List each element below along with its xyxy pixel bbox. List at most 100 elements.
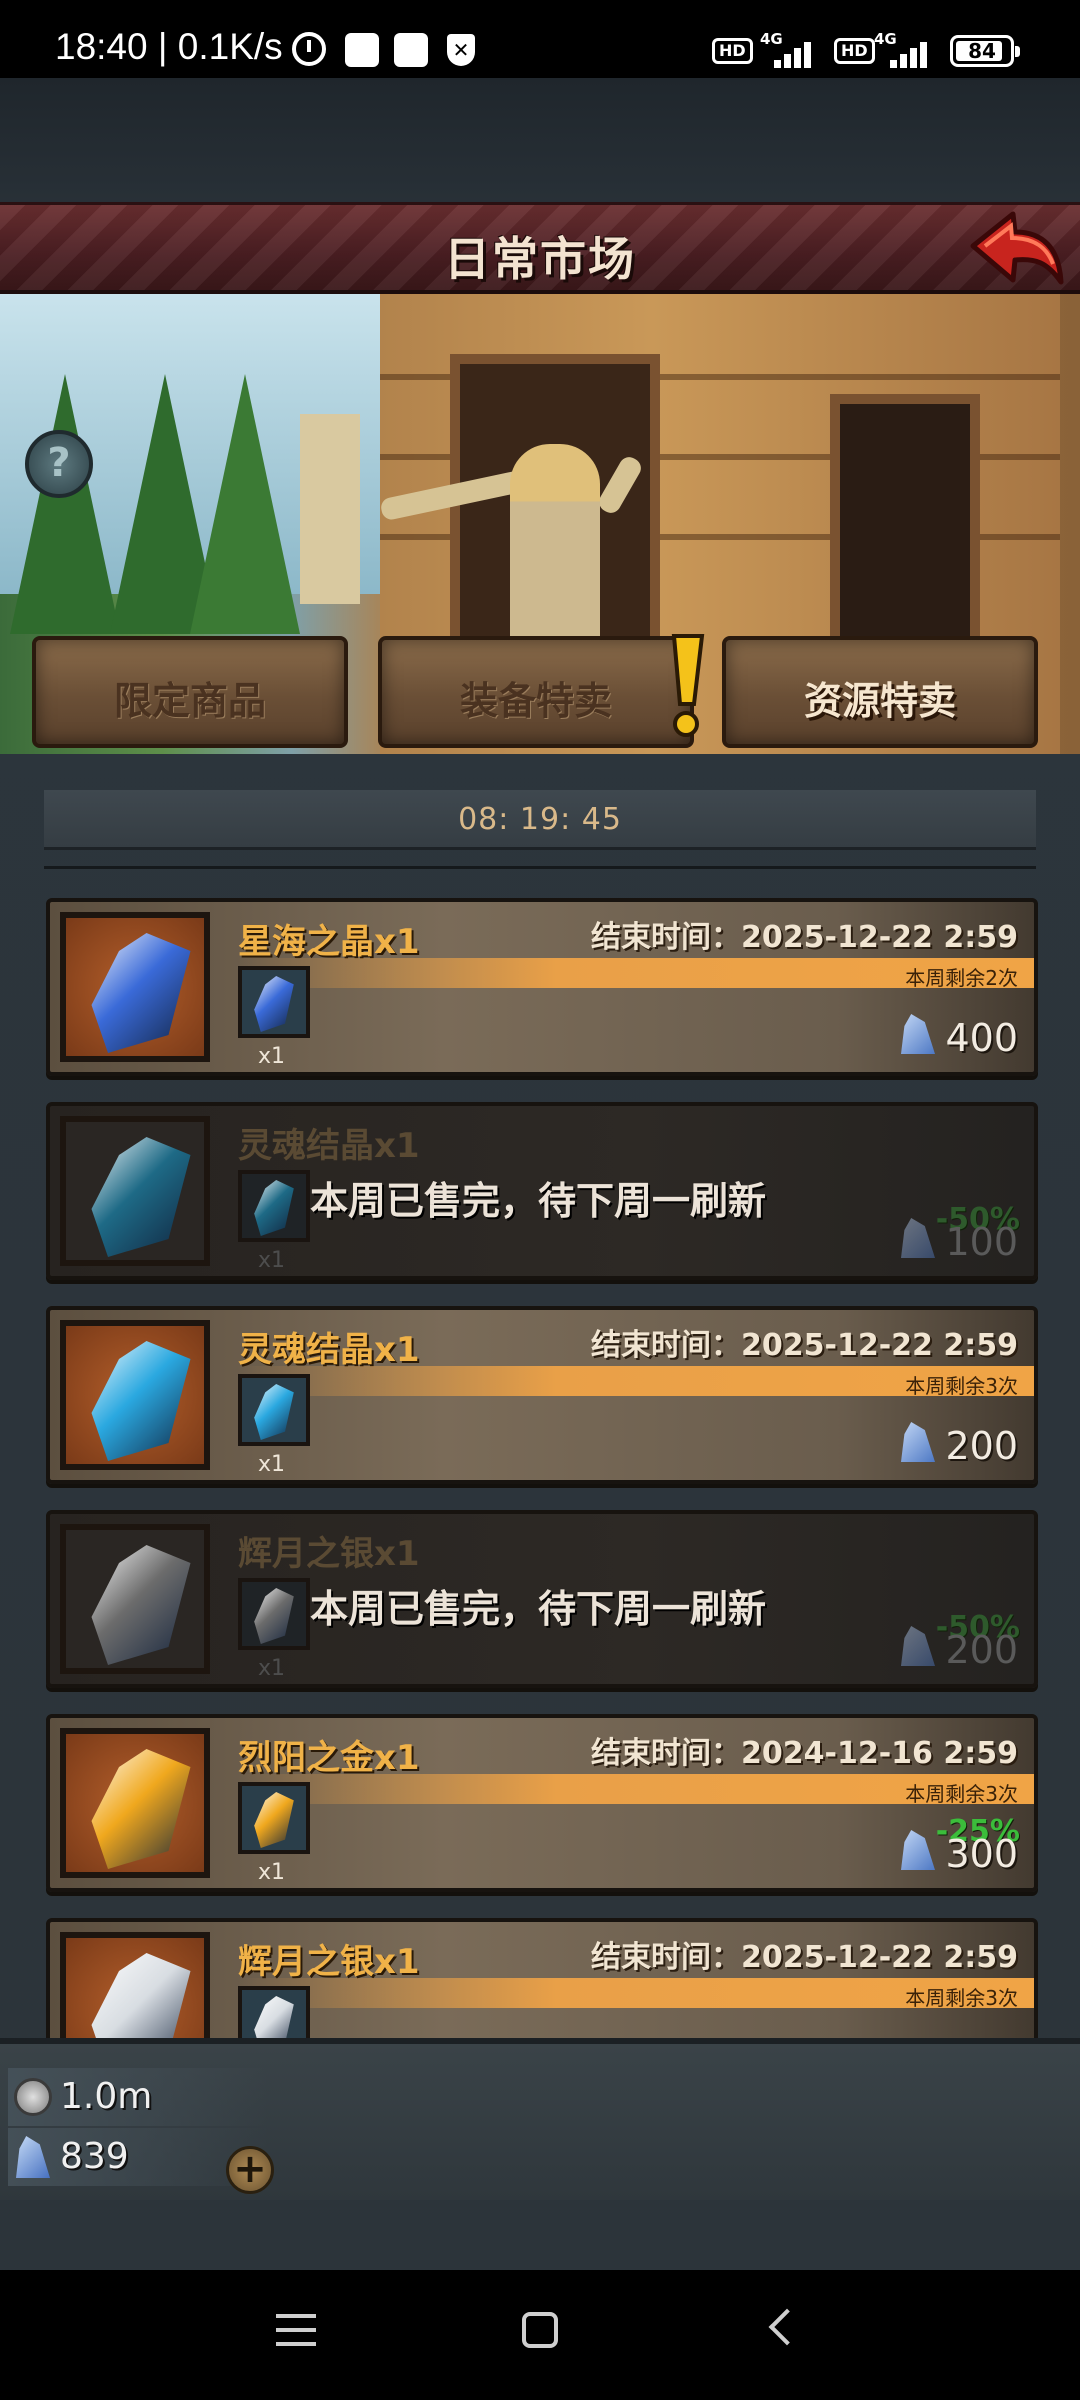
countdown-text: 08: 19: 45 (458, 802, 622, 837)
help-icon[interactable]: ? (25, 430, 93, 498)
item-quota-bar: 本周剩余3次 (238, 1978, 1034, 2010)
home-icon[interactable] (522, 2312, 558, 2348)
item-icon (60, 1932, 210, 2038)
market-item-row[interactable]: 烈阳之金x1 结束时间：2024-12-16 2:59 本周剩余3次 x1 -25% 30… (46, 1714, 1038, 1892)
tab-equipment-sale[interactable]: 装备特卖 (378, 636, 694, 748)
crystal-icon (91, 1953, 191, 2038)
item-reward-slot (238, 1986, 310, 2038)
item-reward-slot (238, 966, 310, 1038)
crystal-price-icon (901, 1830, 935, 1870)
status-bar: 18:40 | 0.1K/s ✕ HD 4G HD 4G 84 (0, 0, 1080, 78)
status-time: 18:40 | 0.1K/s (55, 26, 283, 67)
item-name: 辉月之银x1 (238, 1942, 420, 1982)
item-name: 灵魂结晶x1 (238, 1330, 420, 1370)
back-icon[interactable] (768, 2308, 806, 2346)
crystal-price-icon (901, 1014, 935, 1054)
notification-icon (394, 33, 428, 67)
crystal-icon (91, 1749, 191, 1869)
item-end-time: 结束时间：2025-12-22 2:59 (591, 1940, 1018, 1975)
sold-out-label: 本周已售完，待下周一刷新 (310, 1587, 767, 1631)
tab-label: 装备特卖 (459, 679, 612, 723)
item-end-time: 结束时间：2025-12-22 2:59 (591, 1328, 1018, 1363)
add-gems-button[interactable]: + (226, 2146, 274, 2194)
page-title: 日常市场 (444, 232, 636, 286)
crystal-icon (254, 1180, 294, 1236)
silver-amount: 1.0m (60, 2076, 153, 2117)
item-quantity: x1 (258, 1248, 286, 1273)
item-price[interactable]: 200 (945, 1628, 1018, 1672)
item-quota-bar: 本周剩余2次 (238, 958, 1034, 990)
item-quantity: x1 (258, 1044, 286, 1069)
item-quota-bar: 本周剩余3次 (238, 1366, 1034, 1398)
item-name: 辉月之银x1 (238, 1534, 420, 1574)
crystal-icon (254, 1384, 294, 1440)
item-price[interactable]: 400 (945, 1016, 1018, 1060)
item-price[interactable]: 100 (945, 1220, 1018, 1264)
item-quota-bar: 本周剩余3次 (238, 1774, 1034, 1806)
tab-label: 限定商品 (113, 679, 266, 723)
item-list[interactable]: 星海之晶x1 结束时间：2025-12-22 2:59 本周剩余2次 x1 400 灵魂结… (0, 890, 1080, 2038)
shield-icon: ✕ (447, 34, 475, 66)
tab-limited-items[interactable]: 限定商品 (32, 636, 348, 748)
item-name: 灵魂结晶x1 (238, 1126, 420, 1166)
market-item-row[interactable]: 星海之晶x1 结束时间：2025-12-22 2:59 本周剩余2次 x1 400 (46, 898, 1038, 1076)
crystal-icon (16, 2136, 50, 2178)
crystal-icon (254, 1996, 294, 2038)
item-icon (60, 1320, 210, 1470)
battery-level: 84 (968, 39, 996, 63)
divider (44, 866, 1036, 869)
notification-icon (345, 33, 379, 67)
tab-resource-sale[interactable]: 资源特卖 (722, 636, 1038, 748)
item-end-time: 结束时间：2025-12-22 2:59 (591, 920, 1018, 955)
silver-coin-icon (14, 2078, 52, 2116)
back-arrow-icon[interactable] (965, 206, 1065, 292)
title-bar: 日常市场 (0, 202, 1080, 294)
item-icon (60, 1116, 210, 1266)
item-icon (60, 912, 210, 1062)
item-price[interactable]: 300 (945, 1832, 1018, 1876)
menu-icon[interactable] (276, 2314, 316, 2350)
crystal-icon (91, 1545, 191, 1665)
gem-amount: 839 (60, 2136, 129, 2177)
item-quantity: x1 (258, 1860, 286, 1885)
crystal-icon (254, 976, 294, 1032)
system-nav-bar (0, 2270, 1080, 2400)
silver-balance: 1.0m (8, 2068, 268, 2126)
signal-icon (890, 36, 936, 68)
hd-icon: HD (712, 38, 753, 64)
tab-label: 资源特卖 (803, 679, 956, 723)
market-item-row[interactable]: 辉月之银x1结束时间：2025-12-22 2:59本周剩余3次x1 (46, 1918, 1038, 2038)
item-icon (60, 1728, 210, 1878)
sold-out-label: 本周已售完，待下周一刷新 (310, 1179, 767, 1223)
crystal-price-icon (901, 1218, 935, 1258)
signal-icon (774, 36, 820, 68)
market-item-row[interactable]: 辉月之银x1 x1 -50% 200 本周已售完，待下周一刷新 (46, 1510, 1038, 1688)
item-price[interactable]: 200 (945, 1424, 1018, 1468)
crystal-icon (91, 1341, 191, 1461)
item-quantity: x1 (258, 1452, 286, 1477)
item-reward-slot (238, 1578, 310, 1650)
crystal-icon (254, 1792, 294, 1848)
item-end-time: 结束时间：2024-12-16 2:59 (591, 1736, 1018, 1771)
crystal-price-icon (901, 1422, 935, 1462)
crystal-icon (91, 1137, 191, 1257)
item-name: 星海之晶x1 (238, 922, 420, 962)
item-quantity: x1 (258, 1656, 286, 1681)
exclamation-alert-icon (671, 634, 705, 737)
item-quota: 本周剩余3次 (905, 1374, 1018, 1398)
crystal-icon (254, 1588, 294, 1644)
item-reward-slot (238, 1170, 310, 1242)
item-quota: 本周剩余3次 (905, 1782, 1018, 1806)
item-quota: 本周剩余3次 (905, 1986, 1018, 2010)
crystal-icon (91, 933, 191, 1053)
market-item-row[interactable]: 灵魂结晶x1 结束时间：2025-12-22 2:59 本周剩余3次 x1 200 (46, 1306, 1038, 1484)
battery-icon: 84 (950, 35, 1020, 67)
item-icon (60, 1524, 210, 1674)
item-reward-slot (238, 1374, 310, 1446)
item-quota: 本周剩余2次 (905, 966, 1018, 990)
refresh-countdown: 08: 19: 45 (44, 790, 1036, 850)
alarm-icon (292, 32, 326, 66)
item-name: 烈阳之金x1 (238, 1738, 420, 1778)
currency-panel: 1.0m 839 (0, 2038, 1080, 2200)
market-item-row[interactable]: 灵魂结晶x1 x1 -50% 100 本周已售完，待下周一刷新 (46, 1102, 1038, 1280)
